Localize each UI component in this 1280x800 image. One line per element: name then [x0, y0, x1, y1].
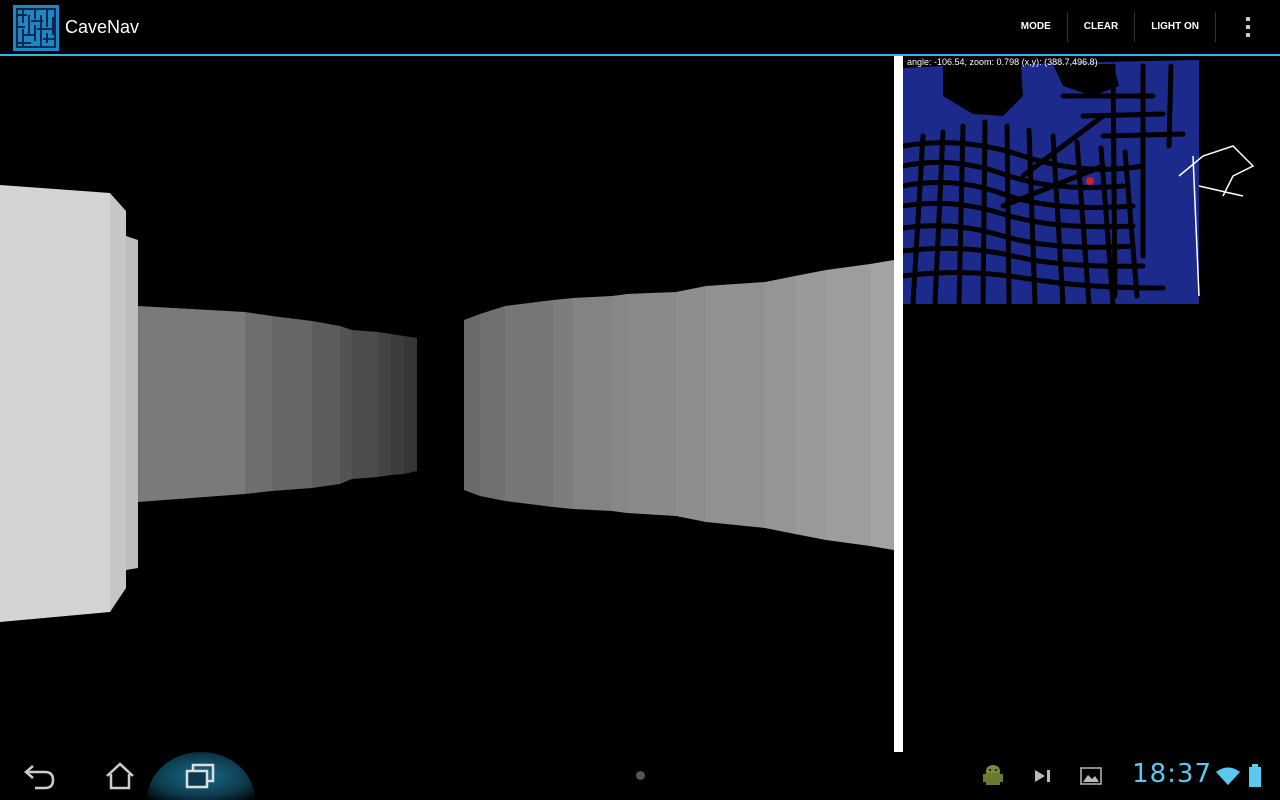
maze-icon[interactable] [13, 5, 59, 51]
android-icon[interactable] [980, 752, 1006, 800]
map-panel: angle: -106.54, zoom: 0.798 (x,y): (388.… [903, 56, 1280, 752]
media-next-icon[interactable] [1032, 752, 1054, 800]
light-on-button[interactable]: LIGHT ON [1134, 12, 1215, 42]
mode-button[interactable]: MODE [1005, 12, 1067, 42]
gallery-icon[interactable] [1080, 752, 1102, 800]
clear-button[interactable]: CLEAR [1066, 12, 1134, 42]
map-info-text: angle: -106.54, zoom: 0.798 (x,y): (388.… [907, 57, 1098, 67]
app-title: CaveNav [65, 17, 140, 37]
back-icon[interactable] [0, 752, 80, 800]
player-marker [1086, 177, 1094, 185]
action-bar: CaveNav MODE CLEAR LIGHT ON [0, 0, 1280, 56]
wifi-icon[interactable] [1215, 752, 1241, 800]
panel-divider [894, 56, 903, 752]
page-indicator-dot [636, 771, 645, 780]
battery-icon [1246, 752, 1264, 800]
recents-icon[interactable] [160, 752, 240, 800]
overflow-menu-icon[interactable] [1215, 12, 1280, 42]
clock[interactable]: 18:37 [1132, 759, 1212, 789]
action-buttons: MODE CLEAR LIGHT ON [1005, 0, 1280, 54]
cave-3d-view[interactable] [0, 56, 894, 752]
cave-minimap[interactable] [903, 56, 1257, 306]
